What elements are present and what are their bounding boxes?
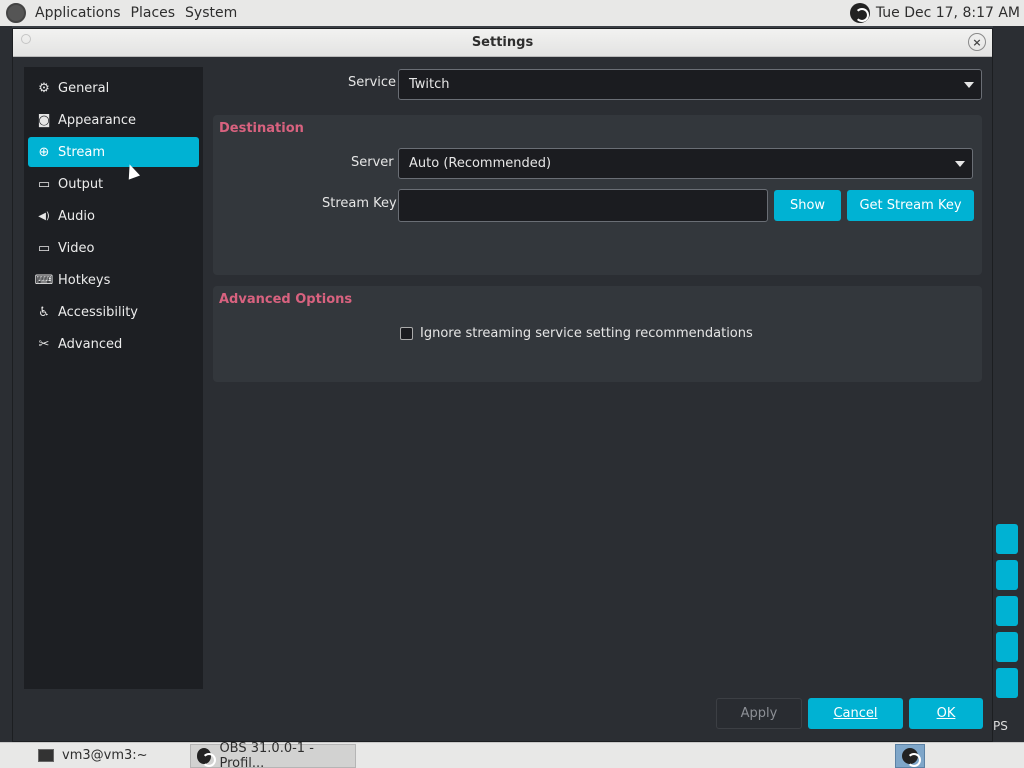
sidebar-item-label: Hotkeys <box>58 272 111 288</box>
taskbar-item-label: OBS 31.0.0-1 - Profil... <box>219 740 314 768</box>
sidebar-item-output[interactable]: ▭ Output <box>28 169 199 199</box>
appearance-icon: ◙ <box>37 112 51 128</box>
server-value: Auto (Recommended) <box>409 156 552 171</box>
background-control-button[interactable] <box>996 596 1018 626</box>
window-menu-icon[interactable] <box>21 34 31 44</box>
keyboard-icon: ⌨ <box>34 272 54 288</box>
chevron-down-icon <box>964 82 974 88</box>
taskbar: vm3@vm3:~ OBS 31.0.0-1 - Profil... <box>0 740 1024 768</box>
taskbar-item-label: vm3@vm3:~ <box>62 748 148 763</box>
obs-tray-icon[interactable] <box>849 3 870 23</box>
server-label: Server <box>351 155 394 170</box>
sidebar-item-video[interactable]: ▭ Video <box>28 233 199 263</box>
close-button[interactable]: × <box>968 33 986 51</box>
sidebar-item-label: Stream <box>58 144 106 160</box>
sidebar-item-appearance[interactable]: ◙ Appearance <box>28 105 199 135</box>
background-control-button[interactable] <box>996 524 1018 554</box>
stream-antenna-icon: ⊕ <box>38 144 50 160</box>
service-label: Service <box>348 75 397 90</box>
get-stream-key-button[interactable]: Get Stream Key <box>847 190 974 221</box>
sidebar-item-label: Accessibility <box>58 304 138 320</box>
sidebar-item-general[interactable]: ⚙ General <box>28 73 199 103</box>
advanced-options-title: Advanced Options <box>219 292 353 307</box>
accessibility-icon: ♿ <box>38 304 50 320</box>
menu-applications[interactable]: Applications <box>30 5 126 21</box>
stream-key-input[interactable] <box>398 189 768 222</box>
sidebar-item-label: Audio <box>58 208 95 224</box>
tools-icon: ✂ <box>38 336 50 352</box>
background-window-left <box>0 26 12 742</box>
gear-icon: ⚙ <box>38 80 50 96</box>
settings-sidebar: ⚙ General ◙ Appearance ⊕ Stream ▭ Output… <box>24 67 203 689</box>
background-window-right: PS <box>993 26 1024 742</box>
ignore-recommendations-label[interactable]: Ignore streaming service setting recomme… <box>420 326 753 341</box>
sidebar-item-hotkeys[interactable]: ⌨ Hotkeys <box>28 265 199 295</box>
taskbar-item-terminal[interactable]: vm3@vm3:~ <box>0 744 190 768</box>
apply-button[interactable]: Apply <box>716 698 802 729</box>
gnome-foot-icon[interactable] <box>6 3 26 23</box>
speaker-icon: ◀) <box>38 210 50 222</box>
workspace-switcher[interactable] <box>895 743 925 768</box>
cancel-label: Cancel <box>833 706 878 721</box>
destination-title: Destination <box>219 121 304 136</box>
sidebar-item-label: Appearance <box>58 112 137 128</box>
dialog-title: Settings <box>471 35 534 50</box>
destination-group: Destination Server Auto (Recommended) St… <box>213 115 982 275</box>
top-panel: Applications Places System Tue Dec 17, 8… <box>0 0 1024 26</box>
ok-label: OK <box>936 706 956 721</box>
menu-places[interactable]: Places <box>126 5 181 21</box>
background-control-button[interactable] <box>996 560 1018 590</box>
sidebar-item-accessibility[interactable]: ♿ Accessibility <box>28 297 199 327</box>
advanced-options-group: Advanced Options Ignore streaming servic… <box>213 286 982 382</box>
service-value: Twitch <box>409 77 450 92</box>
sidebar-item-advanced[interactable]: ✂ Advanced <box>28 329 199 359</box>
obs-icon <box>197 747 217 767</box>
sidebar-item-label: Advanced <box>58 336 123 352</box>
close-icon: × <box>972 35 982 49</box>
clock[interactable]: Tue Dec 17, 8:17 AM <box>876 5 1020 21</box>
background-control-button[interactable] <box>996 668 1018 698</box>
settings-dialog: Settings × ⚙ General ◙ Appearance ⊕ Stre… <box>12 28 993 742</box>
ignore-recommendations-checkbox[interactable] <box>400 327 413 340</box>
sidebar-item-audio[interactable]: ◀) Audio <box>28 201 199 231</box>
sidebar-item-label: General <box>58 80 110 96</box>
sidebar-item-stream[interactable]: ⊕ Stream <box>28 137 199 167</box>
output-icon: ▭ <box>37 176 51 192</box>
terminal-icon <box>38 749 54 762</box>
cancel-button[interactable]: Cancel <box>808 698 903 729</box>
sidebar-item-label: Video <box>58 240 95 256</box>
ok-button[interactable]: OK <box>909 698 983 729</box>
stream-key-label: Stream Key <box>322 196 397 211</box>
chevron-down-icon <box>955 161 965 167</box>
show-button[interactable]: Show <box>774 190 841 221</box>
sidebar-item-label: Output <box>58 176 104 192</box>
background-control-button[interactable] <box>996 632 1018 662</box>
menu-system[interactable]: System <box>180 5 242 21</box>
monitor-icon: ▭ <box>37 240 51 256</box>
obs-icon <box>902 747 921 767</box>
service-select[interactable]: Twitch <box>398 69 982 100</box>
dialog-titlebar[interactable]: Settings × <box>13 29 992 57</box>
fps-fragment: PS <box>993 719 1008 733</box>
server-select[interactable]: Auto (Recommended) <box>398 148 973 179</box>
taskbar-item-obs[interactable]: OBS 31.0.0-1 - Profil... <box>190 740 356 768</box>
